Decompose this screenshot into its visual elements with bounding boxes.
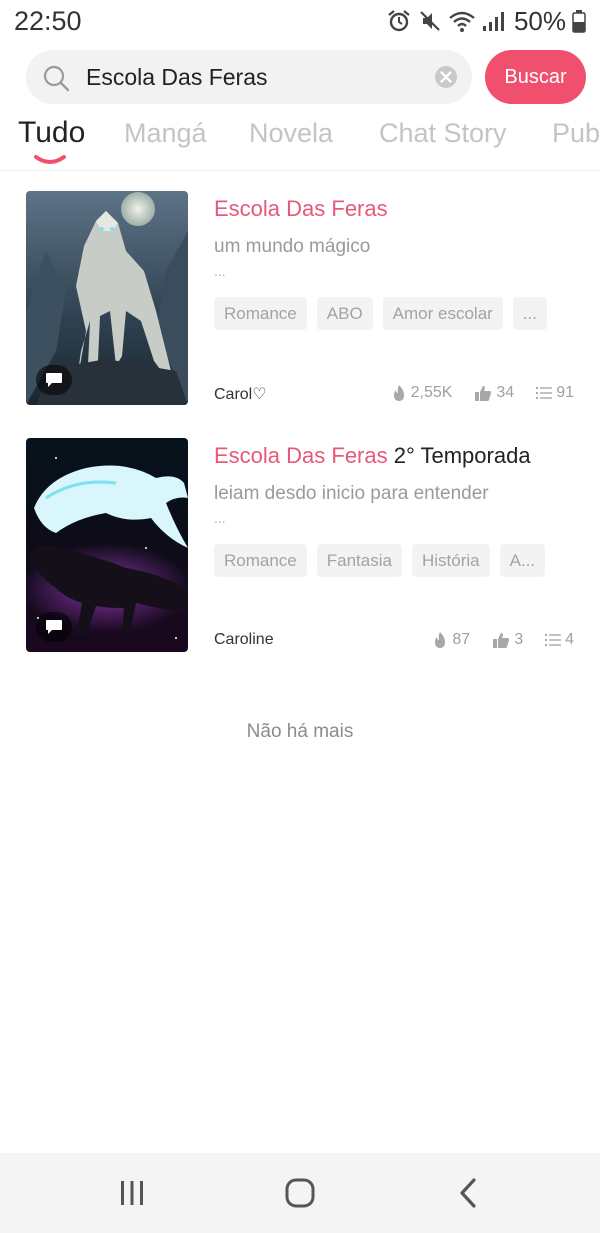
title-highlight: Escola Das Feras: [214, 443, 388, 468]
search-button[interactable]: Buscar: [485, 50, 586, 104]
thumbs-up-icon: [493, 632, 510, 648]
screen: 22:50 50% Escola Das Feras Buscar Tudo M…: [0, 0, 600, 1233]
tag[interactable]: ABO: [316, 297, 373, 330]
description-ellipsis: ...: [214, 263, 226, 279]
signal-icon: [482, 12, 504, 31]
cover-image-wolves[interactable]: [26, 438, 188, 652]
search-bar[interactable]: [26, 50, 472, 104]
author-name[interactable]: Carol♡: [214, 384, 267, 404]
tabs-divider: [0, 170, 600, 171]
back-icon: [460, 1178, 476, 1208]
search-icon: [43, 65, 70, 92]
tag[interactable]: Romance: [214, 297, 307, 330]
tag-list: Romance Fantasia História A...: [214, 544, 546, 577]
tab-novela[interactable]: Novela: [249, 118, 333, 149]
views-count: 87: [452, 631, 471, 648]
result-card[interactable]: Escola Das Feras um mundo mágico ... Rom…: [0, 191, 600, 407]
chat-story-badge: [36, 365, 72, 395]
views-stat: 2,55K: [391, 384, 453, 402]
tab-manga[interactable]: Mangá: [124, 118, 207, 149]
mute-icon: [420, 11, 440, 31]
views-count: 2,55K: [410, 384, 453, 401]
home-icon: [285, 1178, 315, 1208]
views-stat: 87: [432, 631, 470, 649]
tag-more[interactable]: ...: [512, 297, 547, 330]
cover-image-wolf-moon[interactable]: [26, 191, 188, 405]
story-description: um mundo mágico: [214, 236, 371, 257]
status-icons: 50%: [386, 5, 586, 36]
chapters-count: 91: [556, 384, 574, 401]
battery-percent: 50%: [513, 5, 566, 36]
battery-icon: [572, 10, 586, 33]
tag[interactable]: História: [411, 544, 490, 577]
alarm-icon: [388, 10, 410, 32]
chapters-stat: 91: [536, 384, 574, 402]
likes-stat: 3: [492, 631, 523, 649]
status-bar: 22:50 50%: [0, 0, 600, 44]
tab-tudo[interactable]: Tudo: [18, 116, 85, 150]
active-tab-indicator: [34, 155, 66, 164]
wifi-icon: [449, 11, 475, 32]
stats: 87 3 4: [432, 631, 574, 649]
list-icon: [536, 387, 553, 399]
system-nav-bar: [0, 1153, 600, 1233]
home-button[interactable]: [280, 1173, 320, 1213]
recent-apps-icon: [121, 1181, 143, 1205]
back-button[interactable]: [448, 1173, 488, 1213]
fire-icon: [435, 632, 446, 648]
thumbs-up-icon: [475, 385, 492, 401]
tag[interactable]: Fantasia: [316, 544, 402, 577]
tag[interactable]: Romance: [214, 544, 307, 577]
story-title[interactable]: Escola Das Feras 2° Temporada: [214, 443, 531, 469]
search-input[interactable]: [86, 50, 446, 104]
likes-count: 34: [496, 384, 515, 401]
tag-more[interactable]: A...: [499, 544, 546, 577]
tag[interactable]: Amor escolar: [382, 297, 503, 330]
likes-stat: 34: [474, 384, 514, 402]
likes-count: 3: [514, 631, 524, 648]
title-rest: 2° Temporada: [387, 443, 531, 468]
category-tabs: Tudo Mangá Novela Chat Story Pub: [0, 110, 600, 170]
end-of-list-text: Não há mais: [246, 721, 354, 742]
chat-bubble-icon: [46, 373, 62, 387]
tag-list: Romance ABO Amor escolar ...: [214, 297, 547, 330]
chapters-count: 4: [565, 631, 574, 648]
chapters-stat: 4: [545, 631, 574, 649]
title-highlight: Escola Das Feras: [214, 196, 388, 221]
recent-apps-button[interactable]: [112, 1173, 152, 1213]
tab-pub[interactable]: Pub: [552, 118, 600, 149]
list-icon: [545, 634, 562, 646]
tab-chat-story[interactable]: Chat Story: [379, 118, 507, 149]
fire-icon: [393, 385, 404, 401]
author-name[interactable]: Caroline: [214, 631, 274, 649]
clear-icon[interactable]: [434, 65, 458, 89]
chat-bubble-icon: [46, 620, 62, 634]
status-time: 22:50: [14, 6, 82, 36]
story-description: leiam desdo inicio para entender: [214, 483, 489, 504]
result-card[interactable]: Escola Das Feras 2° Temporada leiam desd…: [0, 438, 600, 654]
story-title[interactable]: Escola Das Feras: [214, 196, 388, 222]
chat-story-badge: [36, 612, 72, 642]
description-ellipsis: ...: [214, 510, 226, 526]
stats: 2,55K 34 91: [391, 384, 574, 402]
